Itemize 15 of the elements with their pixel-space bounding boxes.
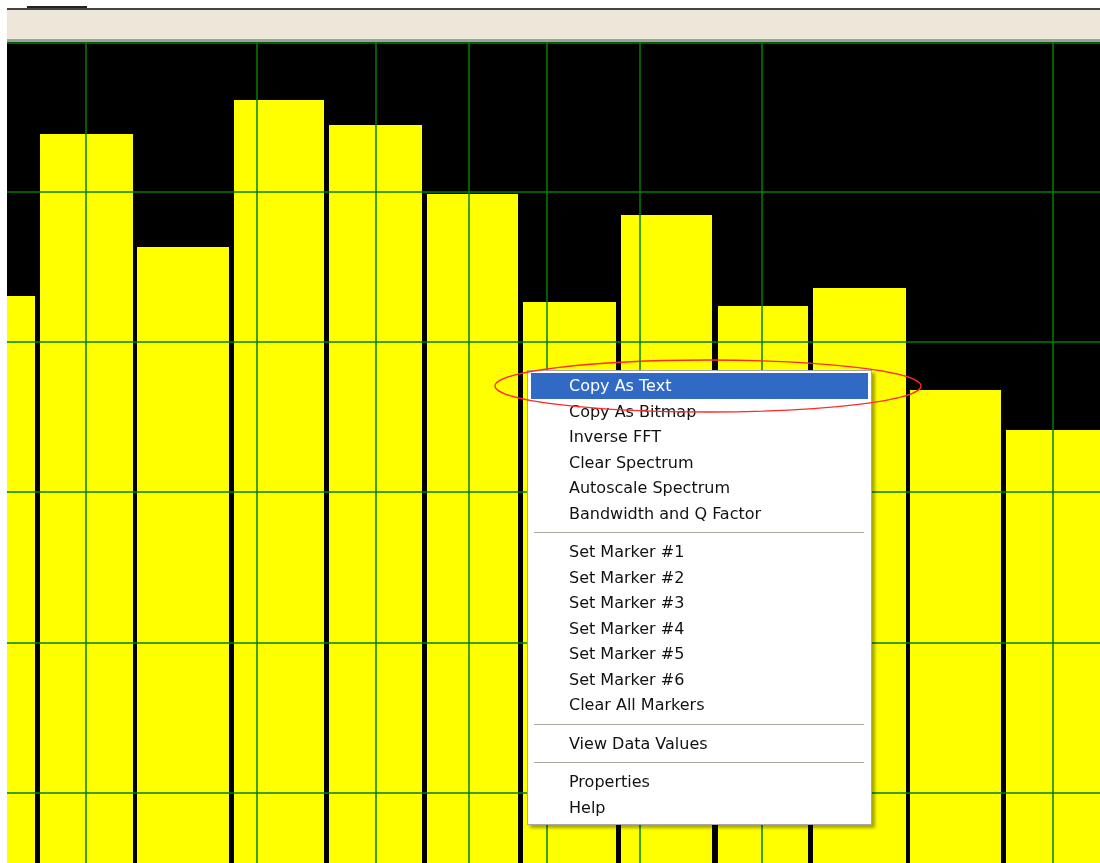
menu-item[interactable]: Properties <box>531 769 868 795</box>
menu-item[interactable]: Clear Spectrum <box>531 449 868 475</box>
menu-item[interactable]: Bandwidth and Q Factor <box>531 500 868 526</box>
menu-item[interactable]: Help <box>531 794 868 820</box>
menu-item[interactable]: Inverse FFT <box>531 424 868 450</box>
menu-item[interactable]: Set Marker #4 <box>531 615 868 641</box>
menu-item[interactable]: Set Marker #5 <box>531 641 868 667</box>
menu-item[interactable]: Clear All Markers <box>531 692 868 718</box>
menu-item[interactable]: Set Marker #3 <box>531 590 868 616</box>
menu-item[interactable]: Set Marker #2 <box>531 564 868 590</box>
menu-item[interactable]: Copy As Text <box>531 373 868 399</box>
menu-item[interactable]: Set Marker #1 <box>531 539 868 565</box>
menu-item[interactable]: Autoscale Spectrum <box>531 475 868 501</box>
menu-item[interactable]: Set Marker #6 <box>531 666 868 692</box>
menu-item[interactable]: View Data Values <box>531 730 868 756</box>
